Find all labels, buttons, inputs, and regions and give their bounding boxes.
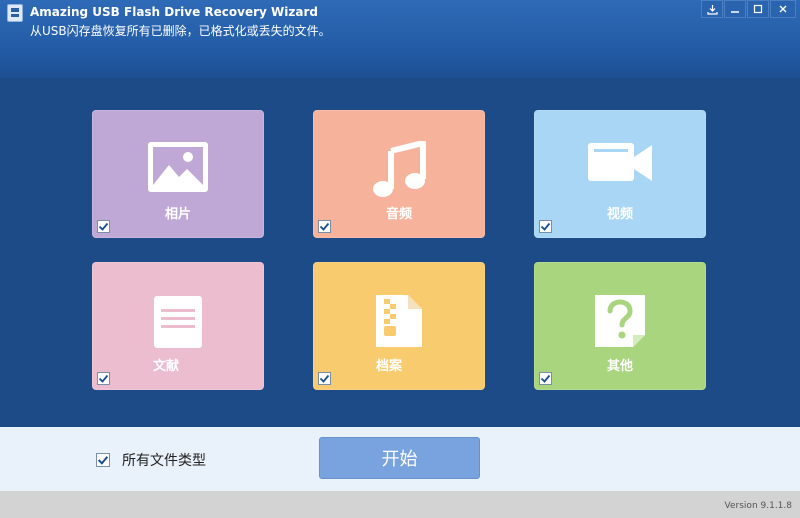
tile-label: 视频	[606, 207, 633, 222]
archive-zip-icon	[374, 293, 424, 353]
all-file-types-label[interactable]: 所有文件类型	[122, 450, 206, 470]
tile-video[interactable]: 视频	[534, 110, 706, 238]
app-logo-icon	[7, 4, 23, 22]
action-bar: 所有文件类型 开始	[0, 427, 800, 491]
file-type-panel: 相片 音频 视频 文献 档案 其他	[0, 78, 800, 427]
tile-checkbox[interactable]	[97, 220, 110, 233]
tile-label: 相片	[164, 207, 191, 222]
tile-checkbox[interactable]	[539, 372, 552, 385]
checkmark-icon	[98, 222, 109, 231]
status-bar: Version 9.1.1.8	[0, 491, 800, 518]
checkmark-icon	[540, 222, 551, 231]
checkmark-icon	[97, 456, 109, 465]
checkmark-icon	[319, 222, 330, 231]
tile-audio[interactable]: 音频	[313, 110, 485, 238]
maximize-button[interactable]	[747, 0, 769, 18]
video-camera-icon	[586, 141, 654, 189]
start-button[interactable]: 开始	[319, 437, 480, 479]
tile-photos[interactable]: 相片	[92, 110, 264, 238]
minimize-icon	[731, 11, 739, 13]
tile-checkbox[interactable]	[539, 220, 552, 233]
tile-checkbox[interactable]	[318, 220, 331, 233]
tile-checkbox[interactable]	[97, 372, 110, 385]
checkmark-icon	[98, 374, 109, 383]
tile-documents[interactable]: 文献	[92, 262, 264, 390]
tile-others[interactable]: 其他	[534, 262, 706, 390]
tile-label: 音频	[385, 207, 412, 222]
document-icon	[153, 295, 203, 353]
close-icon	[779, 5, 787, 13]
close-button[interactable]	[770, 0, 796, 18]
image-icon	[147, 141, 209, 197]
checkmark-icon	[540, 374, 551, 383]
maximize-icon	[753, 4, 763, 14]
window-subtitle: 从USB闪存盘恢复所有已删除，已格式化或丢失的文件。	[30, 24, 331, 38]
question-file-icon	[593, 293, 647, 353]
tile-checkbox[interactable]	[318, 372, 331, 385]
title-bar: Amazing USB Flash Drive Recovery Wizard …	[0, 0, 800, 78]
download-button[interactable]	[701, 0, 723, 18]
window-controls	[700, 0, 796, 18]
version-label: Version 9.1.1.8	[724, 501, 792, 511]
minimize-button[interactable]	[724, 0, 746, 18]
tile-archives[interactable]: 档案	[313, 262, 485, 390]
tile-label: 其他	[606, 359, 633, 374]
checkmark-icon	[319, 374, 330, 383]
music-icon	[371, 140, 427, 203]
download-icon	[706, 4, 718, 15]
all-file-types-checkbox[interactable]	[96, 453, 110, 467]
window-title: Amazing USB Flash Drive Recovery Wizard	[30, 5, 318, 19]
